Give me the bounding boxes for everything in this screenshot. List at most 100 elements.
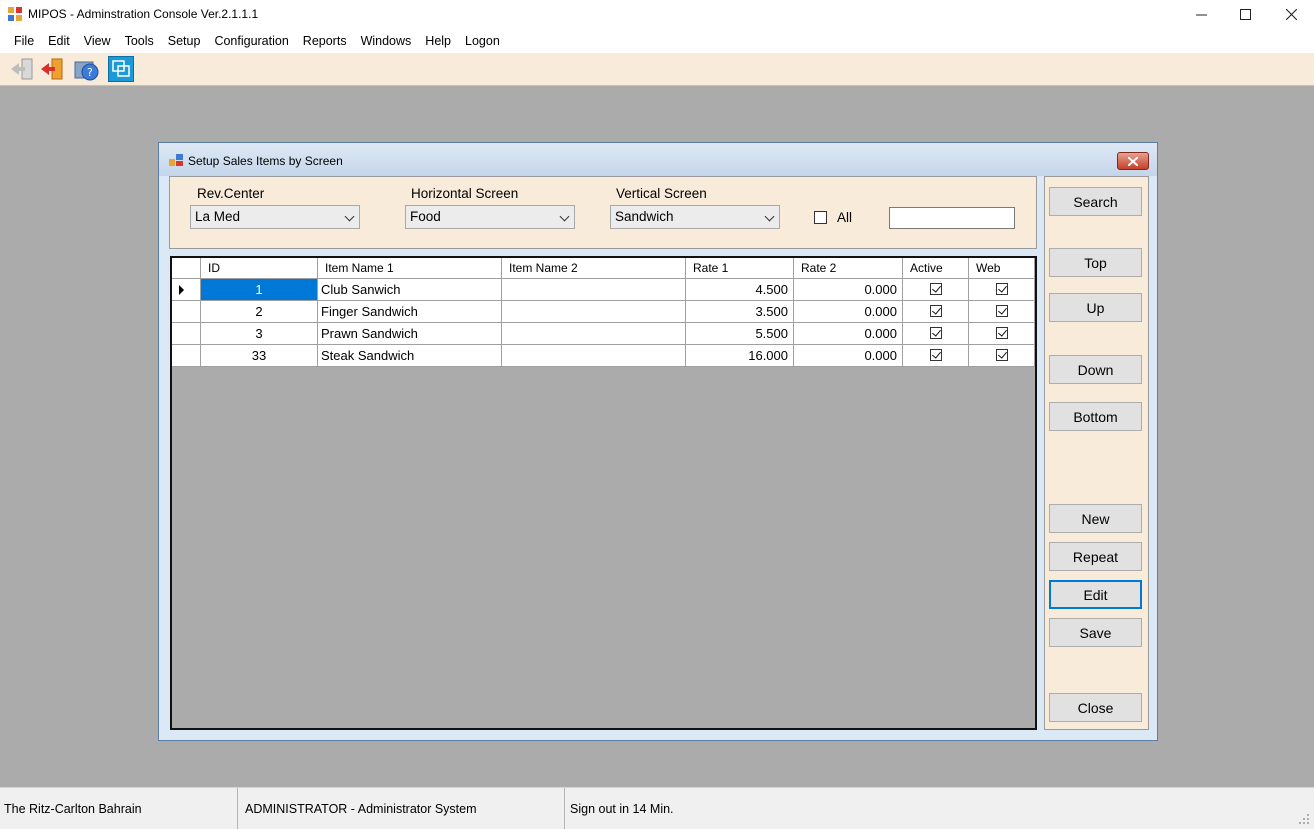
cell-active[interactable] bbox=[903, 323, 969, 345]
row-selector[interactable] bbox=[172, 301, 201, 323]
vertical-screen-value: Sandwich bbox=[615, 209, 674, 224]
rev-center-select[interactable]: La Med bbox=[190, 205, 360, 229]
top-button[interactable]: Top bbox=[1049, 248, 1142, 277]
horizontal-screen-label: Horizontal Screen bbox=[411, 186, 519, 201]
login-icon bbox=[11, 58, 33, 80]
cell-id[interactable]: 2 bbox=[201, 301, 318, 323]
chevron-down-icon bbox=[764, 211, 775, 222]
cell-active[interactable] bbox=[903, 279, 969, 301]
menu-logon[interactable]: Logon bbox=[458, 34, 507, 48]
row-selector[interactable] bbox=[172, 279, 201, 301]
close-button[interactable] bbox=[1268, 0, 1314, 29]
cell-web[interactable] bbox=[969, 301, 1035, 323]
login-button[interactable] bbox=[9, 56, 35, 82]
cell-rate-1[interactable]: 3.500 bbox=[686, 301, 794, 323]
cell-item-name-2[interactable] bbox=[502, 301, 686, 323]
active-checkbox-checked[interactable] bbox=[929, 349, 942, 361]
cell-id[interactable]: 1 bbox=[201, 279, 318, 301]
cell-web[interactable] bbox=[969, 345, 1035, 367]
cell-item-name-1[interactable]: Finger Sandwich bbox=[318, 301, 502, 323]
minimize-button[interactable] bbox=[1178, 0, 1224, 29]
menu-tools[interactable]: Tools bbox=[118, 34, 161, 48]
horizontal-screen-value: Food bbox=[410, 209, 441, 224]
repeat-button[interactable]: Repeat bbox=[1049, 542, 1142, 571]
toolbar: ? bbox=[0, 53, 1314, 86]
menu-windows[interactable]: Windows bbox=[354, 34, 419, 48]
horizontal-screen-select[interactable]: Food bbox=[405, 205, 575, 229]
down-button[interactable]: Down bbox=[1049, 355, 1142, 384]
menu-view[interactable]: View bbox=[77, 34, 118, 48]
switch-window-button[interactable] bbox=[108, 56, 134, 82]
web-checkbox-checked[interactable] bbox=[995, 283, 1008, 295]
child-close-button[interactable] bbox=[1117, 152, 1149, 170]
cell-item-name-2[interactable] bbox=[502, 323, 686, 345]
window-title: MIPOS - Adminstration Console Ver.2.1.1.… bbox=[28, 7, 259, 21]
cell-active[interactable] bbox=[903, 345, 969, 367]
cell-item-name-1[interactable]: Steak Sandwich bbox=[318, 345, 502, 367]
help-button[interactable]: ? bbox=[73, 56, 99, 82]
menu-configuration[interactable]: Configuration bbox=[207, 34, 295, 48]
edit-button[interactable]: Edit bbox=[1049, 580, 1142, 609]
cell-item-name-2[interactable] bbox=[502, 279, 686, 301]
search-button[interactable]: Search bbox=[1049, 187, 1142, 216]
menu-edit[interactable]: Edit bbox=[41, 34, 77, 48]
child-window-title: Setup Sales Items by Screen bbox=[188, 154, 343, 168]
cell-rate-1[interactable]: 5.500 bbox=[686, 323, 794, 345]
cell-active[interactable] bbox=[903, 301, 969, 323]
cell-web[interactable] bbox=[969, 323, 1035, 345]
row-selector[interactable] bbox=[172, 345, 201, 367]
column-header-item-name-1[interactable]: Item Name 1 bbox=[318, 258, 502, 279]
save-button[interactable]: Save bbox=[1049, 618, 1142, 647]
setup-sales-items-window: Setup Sales Items by Screen Rev.Center L… bbox=[158, 142, 1158, 741]
logout-button[interactable] bbox=[39, 56, 65, 82]
column-header-rate-2[interactable]: Rate 2 bbox=[794, 258, 903, 279]
active-checkbox-checked[interactable] bbox=[929, 327, 942, 339]
column-header-web[interactable]: Web bbox=[969, 258, 1035, 279]
active-checkbox-checked[interactable] bbox=[929, 305, 942, 317]
cell-rate-2[interactable]: 0.000 bbox=[794, 279, 903, 301]
menu-reports[interactable]: Reports bbox=[296, 34, 354, 48]
menu-file[interactable]: File bbox=[7, 34, 41, 48]
row-selector[interactable] bbox=[172, 323, 201, 345]
cell-id[interactable]: 3 bbox=[201, 323, 318, 345]
column-header-rate-1[interactable]: Rate 1 bbox=[686, 258, 794, 279]
cell-rate-1[interactable]: 4.500 bbox=[686, 279, 794, 301]
cell-rate-2[interactable]: 0.000 bbox=[794, 323, 903, 345]
cell-rate-2[interactable]: 0.000 bbox=[794, 301, 903, 323]
cell-item-name-1[interactable]: Club Sanwich bbox=[318, 279, 502, 301]
row-header-corner bbox=[172, 258, 201, 279]
child-client-area: Rev.Center La Med Horizontal Screen Food… bbox=[165, 176, 1149, 734]
cell-item-name-1[interactable]: Prawn Sandwich bbox=[318, 323, 502, 345]
up-button[interactable]: Up bbox=[1049, 293, 1142, 322]
cell-rate-2[interactable]: 0.000 bbox=[794, 345, 903, 367]
column-header-item-name-2[interactable]: Item Name 2 bbox=[502, 258, 686, 279]
items-grid[interactable]: ID Item Name 1 Item Name 2 Rate 1 Rate 2… bbox=[170, 256, 1037, 730]
column-header-active[interactable]: Active bbox=[903, 258, 969, 279]
bottom-button[interactable]: Bottom bbox=[1049, 402, 1142, 431]
close-form-button[interactable]: Close bbox=[1049, 693, 1142, 722]
cell-web[interactable] bbox=[969, 279, 1035, 301]
menu-help[interactable]: Help bbox=[418, 34, 458, 48]
column-header-id[interactable]: ID bbox=[201, 258, 318, 279]
switch-window-icon bbox=[112, 60, 130, 77]
web-checkbox-checked[interactable] bbox=[995, 305, 1008, 317]
cell-rate-1[interactable]: 16.000 bbox=[686, 345, 794, 367]
help-icon: ? bbox=[74, 61, 99, 81]
cell-item-name-2[interactable] bbox=[502, 345, 686, 367]
active-checkbox-checked[interactable] bbox=[929, 283, 942, 295]
vertical-screen-select[interactable]: Sandwich bbox=[610, 205, 780, 229]
maximize-button[interactable] bbox=[1222, 0, 1268, 29]
resize-grip-icon[interactable] bbox=[1298, 813, 1310, 825]
all-checkbox[interactable] bbox=[814, 211, 827, 224]
cell-id[interactable]: 33 bbox=[201, 345, 318, 367]
svg-text:?: ? bbox=[87, 66, 93, 79]
close-icon bbox=[1285, 9, 1297, 20]
web-checkbox-checked[interactable] bbox=[995, 349, 1008, 361]
search-input[interactable] bbox=[889, 207, 1015, 229]
new-button[interactable]: New bbox=[1049, 504, 1142, 533]
menu-setup[interactable]: Setup bbox=[161, 34, 208, 48]
current-row-arrow-icon bbox=[179, 285, 184, 295]
web-checkbox-checked[interactable] bbox=[995, 327, 1008, 339]
action-button-panel: Search Top Up Down Bottom New Repeat Edi… bbox=[1044, 176, 1149, 730]
vertical-screen-label: Vertical Screen bbox=[616, 186, 707, 201]
